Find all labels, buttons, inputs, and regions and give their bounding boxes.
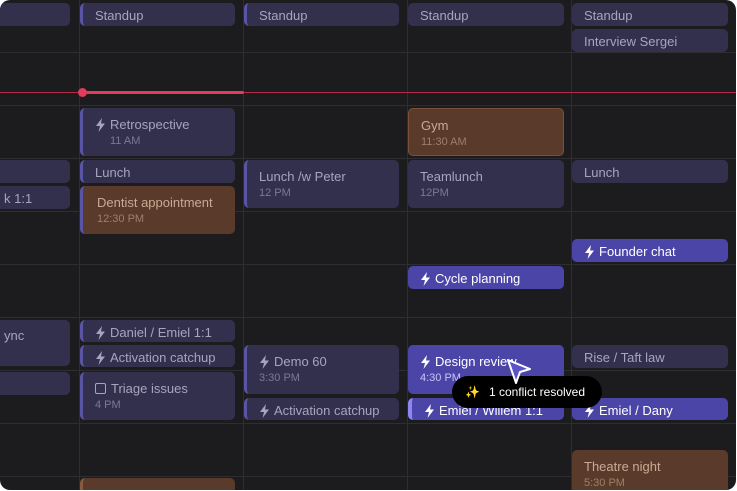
event-title: Standup	[259, 8, 308, 23]
bolt-icon	[421, 271, 430, 286]
event-title-text: Cycle planning	[435, 271, 521, 286]
event-title-text: Activation catchup	[110, 350, 216, 365]
event-card[interactable]: k 1:1	[0, 186, 70, 209]
event-card[interactable]: Rise / Taft law	[572, 345, 728, 368]
event-title-text: Activation catchup	[274, 403, 380, 418]
event-title-text: Triage issues	[111, 381, 188, 396]
event-title: Daniel / Emiel 1:1	[95, 324, 227, 341]
event-title-text: Retrospective	[110, 117, 190, 132]
event-title: Retrospective	[95, 116, 227, 133]
event-card[interactable]: ync	[0, 320, 70, 366]
bolt-icon	[425, 403, 434, 418]
event-title: Theatre night	[584, 459, 661, 474]
bolt-icon	[96, 117, 105, 132]
event-card[interactable]: Standup	[80, 3, 235, 26]
bolt-icon	[96, 325, 105, 340]
bolt-icon	[96, 350, 105, 365]
event-time: 3:30 PM	[259, 372, 300, 384]
event-title: Lunch /w Peter	[259, 169, 346, 184]
current-time-dot	[78, 88, 87, 97]
event-card[interactable]: Theatre night 5:30 PM	[572, 450, 728, 490]
calendar-week-view: k 1:1 ync Standup Retrospective 11 AM Lu…	[0, 0, 736, 490]
event-title: Teamlunch	[420, 169, 483, 184]
pointer-cursor-icon	[507, 359, 531, 384]
event-title: ync	[4, 328, 25, 343]
event-card[interactable]: Standup	[572, 3, 728, 26]
bolt-icon	[585, 244, 594, 259]
event-title-text: Daniel / Emiel 1:1	[110, 325, 212, 340]
event-title: Rise / Taft law	[584, 350, 665, 365]
event-title: Gym	[421, 118, 449, 133]
event-title-text: Demo 60	[274, 354, 327, 369]
event-title: Demo 60	[259, 353, 391, 370]
event-time: 11 AM	[110, 135, 141, 147]
event-time: 4 PM	[95, 399, 121, 411]
event-card[interactable]	[0, 3, 70, 26]
event-title: Founder chat	[584, 243, 720, 260]
hour-divider	[0, 158, 736, 159]
event-card[interactable]: Standup	[408, 3, 564, 26]
event-card[interactable]	[80, 478, 235, 490]
event-title: k 1:1	[4, 191, 33, 206]
event-title: Standup	[584, 8, 633, 23]
toast-message: 1 conflict resolved	[488, 385, 585, 399]
event-title: Interview Sergei	[584, 34, 678, 49]
event-time: 12 PM	[259, 187, 291, 199]
event-card[interactable]: Dentist appointment 12:30 PM	[80, 186, 235, 234]
bolt-icon	[421, 354, 430, 369]
event-title: Standup	[420, 8, 469, 23]
current-time-today-line	[82, 91, 244, 94]
event-time: 5:30 PM	[584, 477, 625, 489]
event-title: Triage issues	[95, 380, 227, 397]
event-card[interactable]: Founder chat	[572, 239, 728, 262]
event-title: Lunch	[95, 165, 131, 180]
event-title-text: Emiel / Dany	[599, 403, 673, 418]
bolt-icon	[260, 403, 269, 418]
sparkles-icon: ✨	[465, 385, 480, 399]
event-time: 12:30 PM	[97, 213, 145, 225]
event-card[interactable]: Daniel / Emiel 1:1	[80, 320, 235, 342]
hour-divider	[0, 105, 736, 106]
event-card[interactable]: Lunch	[80, 160, 235, 183]
event-title: Dentist appointment	[97, 195, 213, 210]
event-title: Cycle planning	[420, 270, 556, 287]
event-title: Emiel / Dany	[584, 402, 720, 419]
hour-divider	[0, 52, 736, 53]
event-card[interactable]: Cycle planning	[408, 266, 564, 289]
event-card[interactable]: Demo 60 3:30 PM	[244, 345, 399, 394]
event-title-text: Founder chat	[599, 244, 676, 259]
hour-divider	[0, 423, 736, 424]
event-card[interactable]: Gym 11:30 AM	[408, 108, 564, 156]
event-card[interactable]: Activation catchup	[80, 345, 235, 367]
hour-divider	[0, 264, 736, 265]
event-card[interactable]: Lunch	[572, 160, 728, 183]
event-title: Activation catchup	[259, 402, 391, 419]
event-title: Standup	[95, 8, 144, 23]
event-card[interactable]: Triage issues 4 PM	[80, 372, 235, 420]
hour-divider	[0, 317, 736, 318]
event-card[interactable]: Retrospective 11 AM	[80, 108, 235, 156]
event-title: Activation catchup	[95, 349, 227, 366]
event-title: Lunch	[584, 165, 620, 180]
event-card[interactable]: Interview Sergei	[572, 29, 728, 52]
event-card[interactable]: Lunch /w Peter 12 PM	[244, 160, 399, 208]
event-card[interactable]	[0, 160, 70, 183]
event-card[interactable]: Standup	[244, 3, 399, 26]
event-card[interactable]	[0, 372, 70, 395]
event-card[interactable]: Teamlunch 12PM	[408, 160, 564, 208]
event-title: Design review	[420, 353, 556, 370]
event-card[interactable]: Activation catchup	[244, 398, 399, 420]
event-time: 11:30 AM	[421, 136, 467, 148]
event-time: 12PM	[420, 187, 449, 199]
bolt-icon	[260, 354, 269, 369]
task-checkbox[interactable]	[95, 383, 106, 394]
